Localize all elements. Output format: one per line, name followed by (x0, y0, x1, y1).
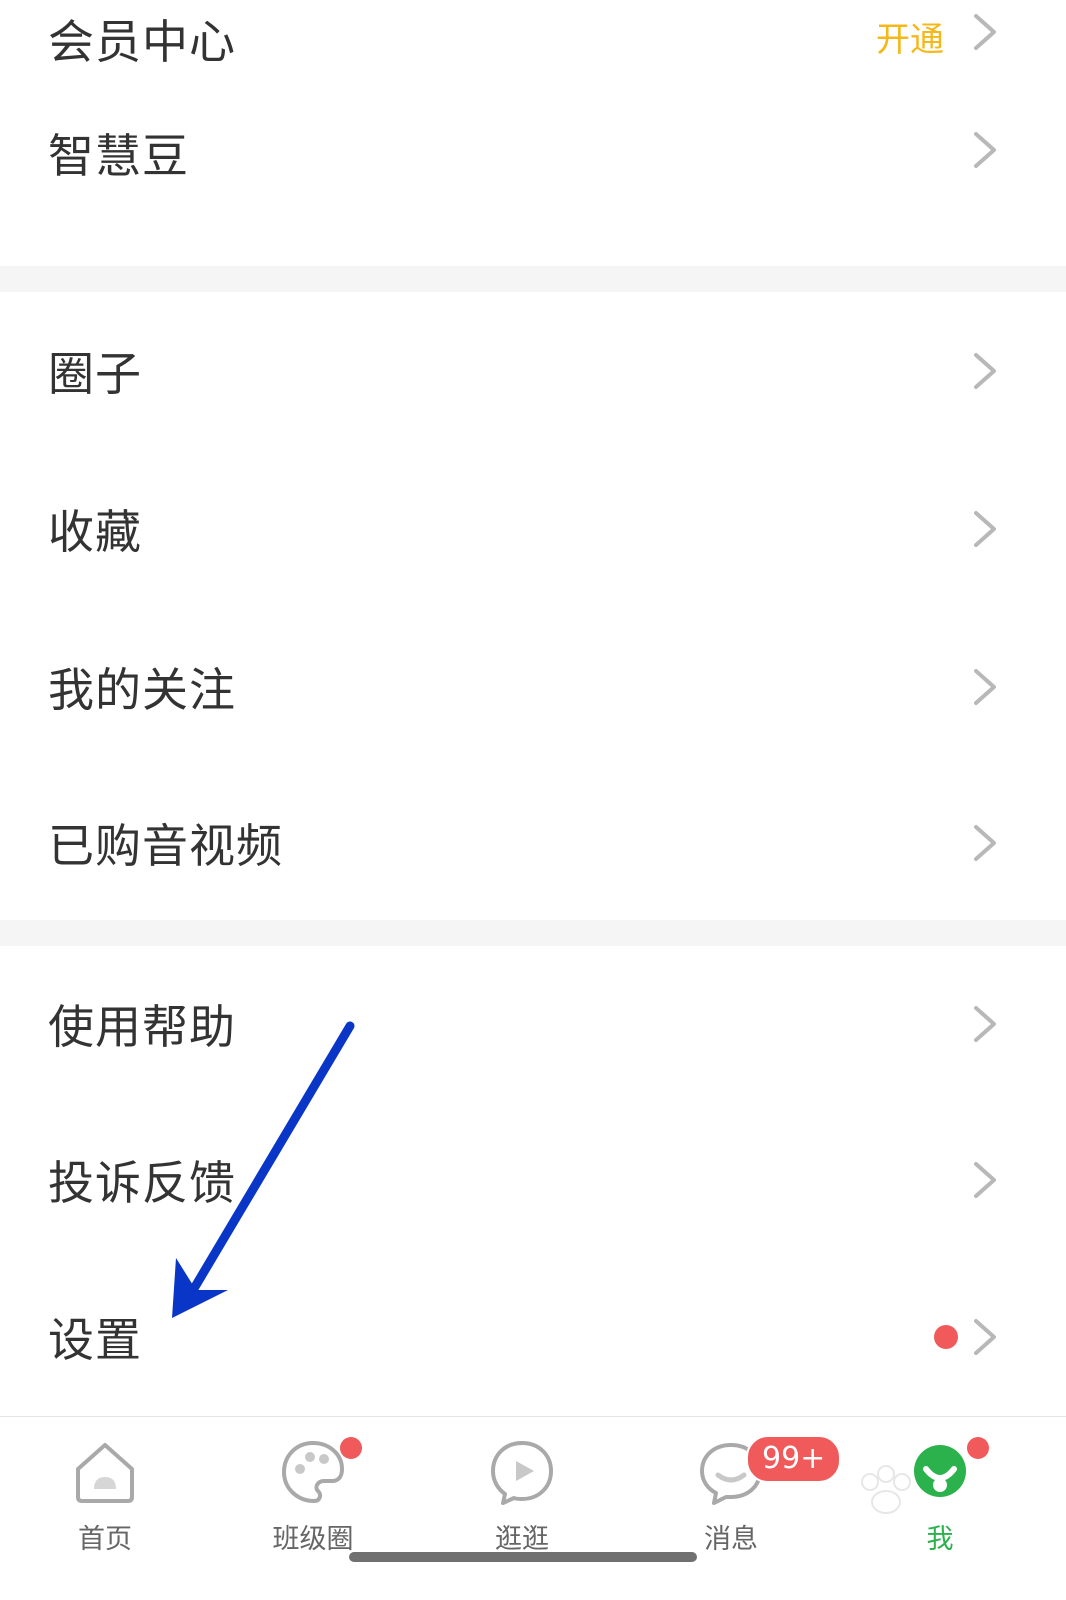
chevron-right-icon (968, 130, 1002, 170)
menu-item-following[interactable]: 我的关注 (0, 608, 1066, 766)
menu-item-label: 会员中心 (48, 15, 236, 69)
menu-item-label: 收藏 (48, 505, 142, 559)
tab-class-circle[interactable]: 班级圈 (208, 1417, 418, 1567)
chevron-right-icon (968, 823, 1002, 863)
profile-menu-page: 会员中心 开通 智慧豆 圈子 收藏 我的关注 已购音视频 使用帮助 投诉反馈 设… (0, 0, 1066, 1600)
play-bubble-icon (487, 1437, 557, 1507)
menu-item-settings[interactable]: 设置 (0, 1258, 1066, 1416)
menu-item-wisdom-beans[interactable]: 智慧豆 (0, 64, 1066, 266)
chevron-right-icon (968, 667, 1002, 707)
chevron-right-icon (968, 1004, 1002, 1044)
chevron-right-icon (968, 1160, 1002, 1200)
menu-item-label: 设置 (48, 1313, 142, 1367)
menu-item-label: 投诉反馈 (48, 1156, 236, 1210)
notification-dot (967, 1437, 989, 1459)
menu-group-content: 圈子 收藏 我的关注 已购音视频 (0, 292, 1066, 920)
tab-label: 班级圈 (272, 1524, 354, 1555)
vip-open-link[interactable]: 开通 (876, 12, 944, 61)
notification-dot (934, 1325, 958, 1349)
tab-label: 逛逛 (495, 1524, 549, 1555)
menu-item-feedback[interactable]: 投诉反馈 (0, 1102, 1066, 1258)
chevron-right-icon (968, 12, 1002, 52)
tab-browse[interactable]: 逛逛 (417, 1417, 627, 1567)
menu-item-purchased-media[interactable]: 已购音视频 (0, 766, 1066, 920)
menu-item-help[interactable]: 使用帮助 (0, 946, 1066, 1102)
menu-item-label: 我的关注 (48, 663, 236, 717)
menu-group-account: 会员中心 开通 智慧豆 (0, 0, 1066, 266)
chevron-right-icon (968, 351, 1002, 391)
menu-item-label: 已购音视频 (48, 819, 283, 873)
menu-item-favorites[interactable]: 收藏 (0, 450, 1066, 608)
menu-item-label: 圈子 (48, 347, 142, 401)
home-indicator (349, 1552, 697, 1562)
watermark-paw-icon (861, 1465, 911, 1514)
section-divider (0, 266, 1066, 292)
tab-home[interactable]: 首页 (0, 1417, 210, 1567)
menu-item-label: 使用帮助 (48, 1000, 236, 1054)
palette-icon (278, 1437, 348, 1507)
menu-item-vip-center[interactable]: 会员中心 开通 (0, 0, 1066, 69)
menu-group-support: 使用帮助 投诉反馈 设置 (0, 946, 1066, 1416)
chevron-right-icon (968, 1317, 1002, 1357)
menu-item-circles[interactable]: 圈子 (0, 292, 1066, 450)
section-divider (0, 920, 1066, 946)
home-icon (70, 1437, 140, 1507)
chevron-right-icon (968, 509, 1002, 549)
tab-label: 首页 (78, 1524, 132, 1555)
notification-dot (340, 1437, 362, 1459)
menu-item-label: 智慧豆 (48, 129, 189, 183)
